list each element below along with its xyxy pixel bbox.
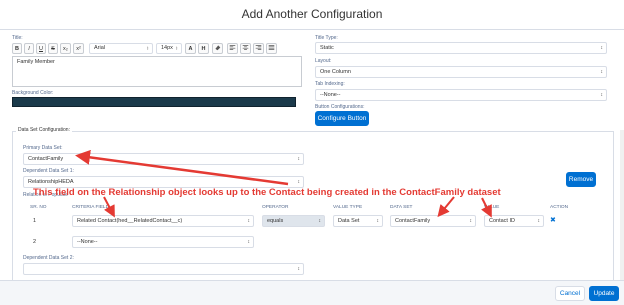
subscript-button[interactable]: x₂ (60, 43, 71, 54)
background-color-picker[interactable] (12, 97, 296, 107)
operator-value-row-1: equals (267, 218, 284, 224)
data-set-legend: Data Set Configuration: (16, 127, 72, 133)
layout-label: Layout: (315, 58, 332, 64)
dialog-header: Add Another Configuration (0, 0, 624, 30)
annotation-text: This field on the Relationship object lo… (33, 187, 501, 198)
dependent-data-set-2-select[interactable]: ↕ (23, 263, 304, 275)
select-caret-icon: ↕ (376, 218, 380, 224)
column-header-action: ACTION (550, 205, 569, 210)
value-type-select-row-1[interactable]: Data Set ↕ (333, 215, 383, 227)
tab-indexing-value: --None-- (320, 92, 341, 98)
delete-row-icon[interactable]: ✖ (550, 216, 556, 224)
select-caret-icon: ↕ (247, 239, 251, 245)
configure-button[interactable]: Configure Button (315, 111, 369, 126)
font-family-select[interactable]: Arial ↕ (89, 43, 153, 54)
criteria-field-select-row-2[interactable]: --None-- ↕ (72, 236, 254, 248)
select-caret-icon: ↕ (146, 45, 150, 51)
select-caret-icon: ↕ (469, 218, 473, 224)
column-header-value: VALUE (484, 205, 500, 210)
data-set-select-row-1[interactable]: ContactFamily ↕ (390, 215, 476, 227)
select-caret-icon: ↕ (297, 156, 301, 162)
superscript-button[interactable]: x² (73, 43, 84, 54)
layout-select[interactable]: One Column ↕ (315, 66, 607, 78)
strikethrough-button[interactable]: S (48, 43, 58, 54)
primary-data-set-value: ContactFamily (28, 156, 64, 162)
title-type-label: Title Type: (315, 35, 338, 41)
dependent-data-set-2-label: Dependent Data Set 2: (23, 255, 74, 261)
criteria-field-value-row-1: Related Contact(hed__RelatedContact__c) (77, 218, 183, 224)
font-family-value: Arial (94, 45, 106, 51)
operator-select-row-1[interactable]: equals ↕ (262, 215, 325, 227)
select-caret-icon: ↕ (175, 45, 179, 51)
title-type-select[interactable]: Static ↕ (315, 42, 607, 54)
font-color-button[interactable]: A (185, 43, 196, 54)
button-configurations-label: Button Configurations: (315, 104, 365, 110)
column-header-value-type: VALUE TYPE (333, 205, 363, 210)
justify-icon[interactable] (266, 43, 277, 54)
select-caret-icon: ↕ (297, 179, 301, 185)
eraser-icon[interactable] (212, 43, 223, 54)
background-color-label: Background Color: (12, 90, 54, 96)
dependent-data-set-1-label: Dependent Data Set 1: (23, 168, 74, 174)
remove-button[interactable]: Remove (566, 172, 596, 187)
dialog-title: Add Another Configuration (241, 7, 383, 21)
title-label: Title: (12, 35, 23, 41)
select-caret-icon: ↕ (297, 266, 301, 272)
data-set-value-row-1: ContactFamily (395, 218, 431, 224)
column-header-sr-no: SR. NO (30, 205, 47, 210)
select-caret-icon: ↕ (600, 69, 604, 75)
font-size-value: 14px (161, 45, 173, 51)
align-left-icon[interactable] (227, 43, 238, 54)
value-value-row-1: Contact ID (489, 218, 515, 224)
select-caret-icon: ↕ (247, 218, 251, 224)
underline-button[interactable]: U (36, 43, 46, 54)
tab-indexing-label: Tab Indexing: (315, 81, 345, 87)
dialog-footer (0, 280, 624, 305)
bold-button[interactable]: B (12, 43, 22, 54)
update-button[interactable]: Update (589, 286, 619, 301)
scrollbar[interactable] (620, 130, 624, 280)
cancel-button[interactable]: Cancel (555, 286, 585, 301)
align-center-icon[interactable] (240, 43, 251, 54)
select-caret-icon: ↕ (600, 45, 604, 51)
dependent-data-set-1-value: RelationshipHEDA (28, 179, 74, 185)
row-1-sr-no: 1 (33, 218, 37, 224)
value-select-row-1[interactable]: Contact ID ↕ (484, 215, 544, 227)
column-header-data-set: DATA SET (390, 205, 413, 210)
column-header-operator: OPERATOR (262, 205, 289, 210)
row-2-sr-no: 2 (33, 239, 37, 245)
primary-data-set-select[interactable]: ContactFamily ↕ (23, 153, 304, 165)
primary-data-set-label: Primary Data Set: (23, 145, 63, 151)
select-caret-icon: ↕ (537, 218, 541, 224)
title-editor[interactable]: Family Member (12, 56, 302, 87)
layout-value: One Column (320, 69, 351, 75)
highlight-button[interactable]: H (198, 43, 209, 54)
italic-button[interactable]: I (24, 43, 34, 54)
font-size-select[interactable]: 14px ↕ (156, 43, 182, 54)
criteria-field-select-row-1[interactable]: Related Contact(hed__RelatedContact__c) … (72, 215, 254, 227)
title-type-value: Static (320, 45, 334, 51)
tab-indexing-select[interactable]: --None-- ↕ (315, 89, 607, 101)
select-caret-icon: ↕ (600, 92, 604, 98)
select-caret-icon: ↕ (318, 218, 322, 224)
criteria-field-value-row-2: --None-- (77, 239, 98, 245)
value-type-value-row-1: Data Set (338, 218, 360, 224)
align-right-icon[interactable] (253, 43, 264, 54)
column-header-criteria-field: CRITERIA FIELD (72, 205, 110, 210)
